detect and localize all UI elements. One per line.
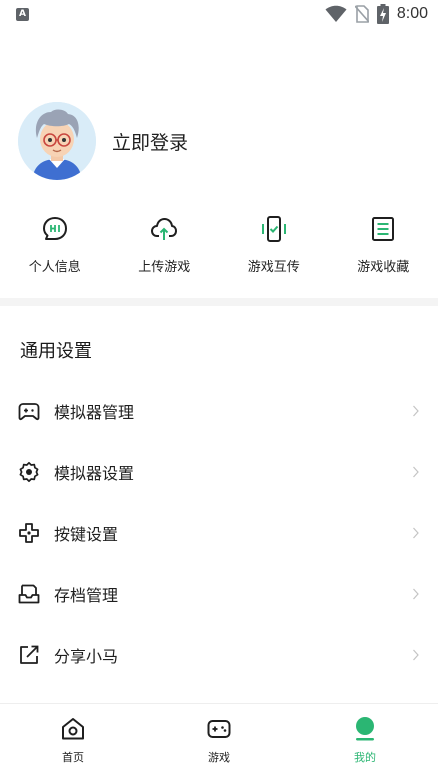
quick-action-personal-info[interactable]: 个人信息: [0, 214, 110, 284]
chevron-right-icon: [413, 405, 419, 416]
quick-actions: 个人信息 上传游戏 游戏互传 游戏收藏: [0, 214, 438, 284]
login-link[interactable]: 立即登录: [112, 128, 188, 155]
menu-item-label: 模拟器管理: [54, 402, 135, 422]
profile-header[interactable]: 立即登录: [18, 102, 188, 180]
profile-icon: [356, 717, 374, 741]
nav-item-mine[interactable]: 我的: [292, 704, 438, 778]
quick-action-upload-game[interactable]: 上传游戏: [110, 214, 220, 284]
menu-item-label: 分享小马: [54, 646, 119, 666]
nav-label: 游戏: [208, 751, 230, 764]
no-sim-icon: [354, 5, 369, 23]
section-divider: [0, 298, 438, 306]
chevron-right-icon: [413, 649, 419, 660]
nav-label: 首页: [62, 751, 84, 764]
status-bar: A 8:00: [0, 0, 438, 30]
list-document-icon: [372, 217, 395, 241]
wifi-icon: [325, 5, 347, 22]
nav-item-home[interactable]: 首页: [0, 704, 146, 778]
chevron-right-icon: [413, 588, 419, 599]
quick-action-label: 上传游戏: [138, 260, 191, 275]
nav-label: 我的: [354, 751, 376, 764]
cloud-upload-icon: [151, 218, 178, 240]
menu-item-key-settings[interactable]: 按键设置: [0, 502, 438, 563]
quick-action-favorites[interactable]: 游戏收藏: [329, 214, 438, 284]
phone-transfer-icon: [261, 216, 286, 242]
menu-item-label: 模拟器设置: [54, 463, 135, 483]
dpad-icon: [19, 522, 39, 543]
menu-item-share[interactable]: 分享小马: [0, 624, 438, 685]
quick-action-game-transfer[interactable]: 游戏互传: [219, 214, 329, 284]
menu-item-label: 按键设置: [54, 524, 119, 544]
share-icon: [20, 645, 39, 664]
status-icons: 8:00: [325, 4, 428, 24]
chevron-right-icon: [413, 527, 419, 538]
menu-item-emulator-management[interactable]: 模拟器管理: [0, 380, 438, 441]
user-avatar-icon: [18, 102, 96, 180]
chat-hi-icon: [42, 217, 67, 240]
gamepad-icon: [18, 402, 40, 420]
battery-charging-icon: [376, 4, 389, 24]
settings-section-title: 通用设置: [20, 341, 92, 362]
chevron-right-icon: [413, 466, 419, 477]
quick-action-label: 游戏互传: [247, 260, 300, 275]
bottom-nav: 首页 游戏 我的: [0, 703, 438, 778]
clock: 8:00: [396, 5, 428, 22]
controller-icon: [207, 720, 231, 738]
menu-item-emulator-settings[interactable]: 模拟器设置: [0, 441, 438, 502]
menu-item-save-management[interactable]: 存档管理: [0, 563, 438, 624]
settings-menu: 模拟器管理 模拟器设置 按键设置 存档管理 分享小马: [0, 380, 438, 685]
gear-icon: [19, 461, 39, 482]
nav-item-games[interactable]: 游戏: [146, 704, 292, 778]
home-icon: [62, 718, 84, 740]
inbox-icon: [18, 584, 40, 603]
avatar[interactable]: [18, 102, 96, 180]
quick-action-label: 个人信息: [28, 260, 81, 275]
menu-item-label: 存档管理: [54, 585, 119, 605]
quick-action-label: 游戏收藏: [357, 260, 410, 275]
notification-icon: A: [16, 8, 29, 21]
